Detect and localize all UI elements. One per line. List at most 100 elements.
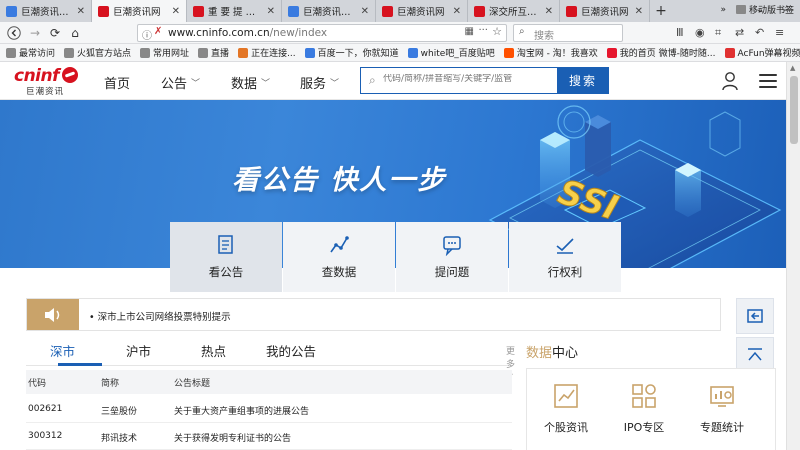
bookmarks-overflow-icon[interactable]: » [720, 5, 726, 15]
column-header-name: 简称 [101, 379, 120, 389]
browser-tab[interactable]: 巨潮资讯网 ✕ [376, 0, 468, 22]
stock-code[interactable]: 300312 [28, 431, 62, 441]
undo-icon[interactable]: ↶ [755, 26, 764, 39]
bookmark-favicon-icon [6, 47, 16, 58]
chat-icon [443, 236, 461, 256]
page-actions-icon[interactable]: ··· [478, 25, 488, 36]
close-tab-icon[interactable]: ✕ [545, 6, 553, 17]
bookmarks-bar: 最常访问 火狐官方站点 常用网址 直播 正在连接... 百度一下，你就知道 white吧_百… [0, 44, 800, 62]
bookmark-item[interactable]: 直播 [198, 46, 229, 59]
data-center-title: 数据中心 [526, 342, 578, 361]
table-row[interactable]: 300312 邦讯技术 关于获得发明专利证书的公告 [26, 423, 512, 450]
bookmark-label: 正在连接... [251, 49, 296, 59]
quick-link-questions[interactable]: 提问题 [396, 222, 508, 292]
close-tab-icon[interactable]: ✕ [453, 6, 461, 17]
insecure-lock-icon[interactable]: ✗ [154, 26, 162, 37]
announcement-title[interactable]: 关于重大资产重组事项的进展公告 [174, 404, 309, 417]
vertical-scrollbar[interactable]: ▲ [786, 62, 800, 450]
bookmark-item[interactable]: 淘宝网 - 淘！我喜欢 [503, 46, 598, 59]
search-icon: ⌕ [519, 26, 525, 37]
tab-shanghai[interactable]: 沪市 [126, 341, 151, 360]
tab-shenzhen[interactable]: 深市 [50, 341, 75, 360]
forward-button[interactable]: → [27, 25, 43, 41]
close-tab-icon[interactable]: ✕ [635, 6, 643, 17]
reload-button[interactable]: ⟳ [47, 25, 63, 41]
bookmark-item[interactable]: 最常访问 [6, 46, 55, 59]
browser-search-placeholder: 搜索 [534, 31, 554, 42]
data-center-ipo[interactable]: IPO专区 [609, 383, 679, 435]
bookmark-item[interactable]: 我的首页 微博-随时随... [606, 46, 716, 59]
nav-announcements[interactable]: 公告 ﹀ [161, 73, 200, 92]
announcement-title[interactable]: 关于获得发明专利证书的公告 [174, 431, 291, 444]
banner-slogan: 看公告 快人一步 [232, 165, 447, 196]
bookmark-item[interactable]: 常用网址 [140, 46, 189, 59]
browser-tab[interactable]: 深交所互动易 ✕ [468, 0, 560, 22]
close-tab-icon[interactable]: ✕ [172, 6, 180, 17]
stock-name[interactable]: 邦讯技术 [101, 431, 137, 444]
back-button[interactable] [6, 25, 22, 41]
bookmark-label: 常用网址 [153, 49, 190, 59]
browser-search-box[interactable]: ⌕ 搜索 [513, 24, 623, 42]
notice-text[interactable]: • 深市上市公司网络投票特别提示 [89, 309, 231, 323]
stock-name[interactable]: 三垒股份 [101, 404, 137, 417]
stock-code[interactable]: 002621 [28, 404, 62, 414]
nav-services[interactable]: 服务 ﹀ [300, 73, 339, 92]
notice-bar[interactable]: • 深市上市公司网络投票特别提示 [26, 298, 721, 331]
library-icon[interactable]: Ⅲ [676, 26, 684, 39]
menu-icon[interactable]: ≡ [775, 26, 784, 39]
tab-my-announcements[interactable]: 我的公告 [266, 341, 316, 360]
site-search-button[interactable]: 搜索 [557, 67, 609, 94]
browser-tab[interactable]: 重 要 提 示 - 12(✕ [187, 0, 282, 22]
logo-mark-icon [62, 67, 78, 83]
home-button[interactable]: ⌂ [67, 25, 83, 41]
quick-link-announcements[interactable]: 看公告 [170, 222, 282, 292]
chat-icon[interactable]: ◉ [695, 26, 705, 39]
data-center-stock-info[interactable]: 个股资讯 [531, 383, 601, 435]
column-header-title: 公告标题 [174, 379, 211, 389]
bookmark-item[interactable]: 百度一下，你就知道 [304, 46, 399, 59]
quick-link-data[interactable]: 查数据 [283, 222, 395, 292]
screenshot-icon[interactable]: ⌗ [715, 26, 721, 40]
tab-favicon-icon [288, 5, 299, 17]
browser-tab-label: 巨潮资讯网 [581, 7, 629, 18]
scrollbar-thumb[interactable] [790, 76, 798, 144]
browser-tab[interactable]: 巨潮资讯网 ✕ [560, 0, 650, 22]
bookmark-star-icon[interactable]: ☆ [492, 25, 502, 38]
browser-tab[interactable]: 巨潮资讯网 ✕ [92, 0, 187, 22]
browser-tab[interactable]: 巨潮资讯网_百度✕ [0, 0, 92, 22]
side-collapse-button[interactable] [736, 298, 774, 334]
url-path: /new/index [269, 27, 328, 39]
qr-code-icon[interactable]: ▦ [465, 26, 474, 37]
mobile-bookmarks[interactable]: » 移动版书签 [720, 3, 794, 17]
address-bar[interactable]: ⓘ ✗ www.cninfo.com.cn/new/index ▦ ··· ☆ [137, 24, 507, 42]
quick-link-label: 提问题 [434, 265, 470, 279]
bookmark-item[interactable]: AcFun弹幕视频网 - ... [724, 46, 800, 59]
nav-data[interactable]: 数据 ﹀ [231, 73, 270, 92]
data-center-statistics[interactable]: 专题统计 [687, 383, 757, 435]
bookmark-favicon-icon [407, 47, 418, 58]
bookmark-item[interactable]: 正在连接... [238, 46, 296, 59]
close-tab-icon[interactable]: ✕ [267, 6, 275, 17]
scroll-up-arrow-icon[interactable]: ▲ [790, 64, 795, 72]
user-icon[interactable] [722, 71, 738, 91]
browser-tab[interactable]: 巨潮资讯网_百度搜✕ [282, 0, 376, 22]
sync-icon[interactable]: ⇄ [735, 26, 744, 39]
info-icon[interactable]: ⓘ [142, 27, 152, 42]
bookmark-item[interactable]: white吧_百度贴吧 [407, 46, 495, 59]
close-tab-icon[interactable]: ✕ [77, 6, 85, 17]
hamburger-menu-icon[interactable] [759, 74, 777, 88]
bookmark-item[interactable]: 火狐官方站点 [64, 46, 131, 59]
close-tab-icon[interactable]: ✕ [361, 6, 369, 17]
new-tab-button[interactable]: + [650, 0, 672, 22]
table-header: 代码 简称 公告标题 [26, 370, 512, 394]
cninfo-logo[interactable]: cninf 巨潮资讯 [14, 66, 82, 97]
browser-tab-label: 巨潮资讯网 [113, 7, 161, 18]
bookmark-favicon-icon [198, 47, 209, 58]
nav-home[interactable]: 首页 [104, 73, 130, 92]
quick-link-rights[interactable]: 行权利 [509, 222, 621, 292]
search-icon: ⌕ [369, 73, 376, 87]
bookmark-favicon-icon [64, 47, 75, 58]
site-search-input[interactable] [383, 74, 553, 84]
tab-hot[interactable]: 热点 [201, 341, 226, 360]
table-row[interactable]: 002621 三垒股份 关于重大资产重组事项的进展公告 [26, 396, 512, 423]
